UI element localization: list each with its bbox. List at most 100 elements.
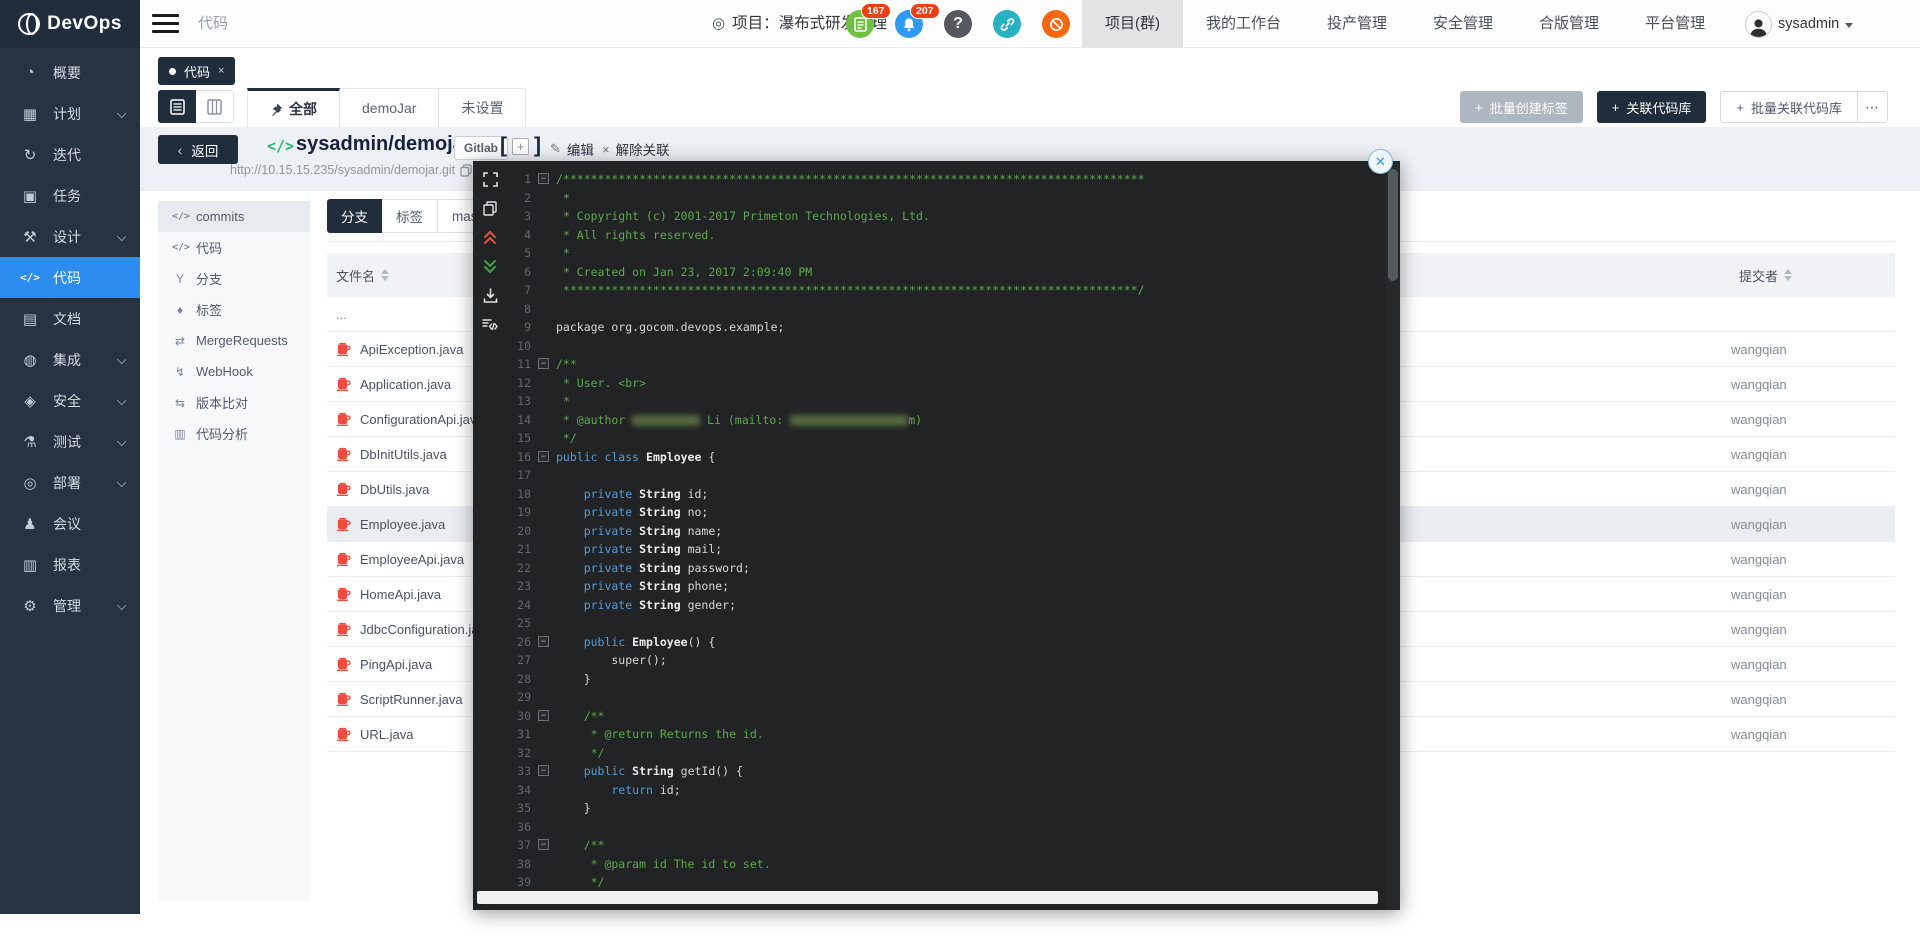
fold-icon[interactable]: − (535, 358, 552, 370)
app-logo[interactable]: DevOps (0, 0, 140, 48)
close-tab-icon[interactable]: × (218, 65, 224, 77)
list-view-button[interactable] (158, 90, 196, 123)
tab-code[interactable]: 代码 × (158, 57, 235, 85)
java-file-icon (336, 517, 351, 531)
copy-icon[interactable] (460, 164, 472, 177)
top-menu-item[interactable]: 投产管理 (1304, 0, 1410, 48)
navbar-icons: 167 207 ? (846, 0, 1070, 48)
fold-icon[interactable]: − (535, 636, 552, 648)
code-line: 36 (473, 818, 1384, 837)
link-repo-button[interactable]: +关联代码库 (1597, 91, 1707, 123)
sidebar-item-代码[interactable]: </>代码 (0, 257, 140, 298)
sidebar-item-label: 部署 (53, 473, 81, 493)
java-file-icon (336, 692, 351, 706)
code-line: 31 * @return Returns the id. (473, 725, 1384, 744)
tag-icon: ♦ (172, 303, 188, 317)
more-actions-button[interactable]: ⋯ (1858, 91, 1888, 123)
committer-name: wangqian (1731, 727, 1787, 742)
tag-tab-button[interactable]: 标签 (382, 199, 438, 233)
code-line: 15 */ (473, 429, 1384, 448)
sidebar-item-设计[interactable]: ⚒设计 (0, 216, 140, 257)
edit-repo-button[interactable]: ✎编辑 (550, 139, 594, 159)
vertical-scrollbar[interactable] (1388, 169, 1398, 281)
sidebar: ◔概要▦计划↻迭代▣任务⚒设计</>代码▤文档◍集成◈安全⚗测试◎部署♟会议▥报… (0, 48, 140, 914)
sidebar-item-测试[interactable]: ⚗测试 (0, 421, 140, 462)
code-editor[interactable]: 1−/*************************************… (473, 170, 1384, 892)
committer-name: wangqian (1731, 517, 1787, 532)
repo-nav-分支[interactable]: Y分支 (158, 263, 310, 294)
code-line: 16−public class Employee { (473, 448, 1384, 467)
back-button[interactable]: ‹ 返回 (158, 135, 238, 164)
branch-tab-button[interactable]: 分支 (327, 199, 382, 233)
committer-name: wangqian (1731, 552, 1787, 567)
code-text: return id; (556, 783, 681, 797)
sidebar-item-计划[interactable]: ▦计划 (0, 93, 140, 134)
horizontal-scrollbar[interactable] (477, 891, 1378, 904)
sidebar-item-会议[interactable]: ♟会议 (0, 503, 140, 544)
sidebar-item-概要[interactable]: ◔概要 (0, 52, 140, 93)
committer-name: wangqian (1731, 587, 1787, 602)
chevron-down-icon (117, 396, 126, 405)
repo-nav-MergeRequests[interactable]: ⇄MergeRequests (158, 325, 310, 356)
code-line: 28 } (473, 670, 1384, 689)
sidebar-item-集成[interactable]: ◍集成 (0, 339, 140, 380)
tab-dot-icon (169, 68, 176, 75)
repo-tab-全部[interactable]: 全部 (247, 88, 340, 127)
line-number: 29 (473, 690, 531, 704)
sidebar-item-安全[interactable]: ◈安全 (0, 380, 140, 421)
repo-tab-未设置[interactable]: 未设置 (439, 88, 526, 127)
filename-column-header[interactable]: 文件名 (336, 266, 375, 285)
batch-create-tag-button[interactable]: +批量创建标签 (1460, 91, 1583, 123)
batch-link-repo-button[interactable]: +批量关联代码库 (1720, 91, 1858, 123)
fold-icon[interactable]: − (535, 451, 552, 463)
repo-nav-WebHook[interactable]: ↯WebHook (158, 356, 310, 387)
code-line: 35 } (473, 799, 1384, 818)
hamburger-menu-icon[interactable] (152, 14, 179, 34)
breadcrumb: 代码 (198, 0, 228, 48)
forbidden-icon[interactable] (1042, 10, 1070, 38)
top-menu-item[interactable]: 项目(群) (1082, 0, 1183, 48)
repo-nav-代码[interactable]: </>代码 (158, 232, 310, 263)
line-number: 9 (473, 320, 531, 334)
repo-tab-demoJar[interactable]: demoJar (340, 88, 439, 127)
committer-column-header[interactable]: 提交者 (1739, 266, 1778, 285)
sidebar-item-管理[interactable]: ⚙管理 (0, 585, 140, 626)
sidebar-item-部署[interactable]: ◎部署 (0, 462, 140, 503)
add-button[interactable]: + (512, 138, 529, 155)
code-text: /** (556, 357, 577, 371)
sidebar-item-文档[interactable]: ▤文档 (0, 298, 140, 339)
code-line: 1−/*************************************… (473, 170, 1384, 189)
fold-icon[interactable]: − (535, 765, 552, 777)
top-menu-item[interactable]: 平台管理 (1622, 0, 1728, 48)
fold-icon[interactable]: − (535, 839, 552, 851)
code-line: 8 (473, 300, 1384, 319)
code-line: 21 private String mail; (473, 540, 1384, 559)
document-icon[interactable]: 167 (846, 10, 874, 38)
help-icon[interactable]: ? (944, 10, 972, 38)
unlink-repo-button[interactable]: ×解除关联 (602, 139, 670, 159)
top-menu-item[interactable]: 我的工作台 (1183, 0, 1304, 48)
sidebar-item-任务[interactable]: ▣任务 (0, 175, 140, 216)
sidebar-item-报表[interactable]: ▥报表 (0, 544, 140, 585)
top-menu-item[interactable]: 合版管理 (1516, 0, 1622, 48)
user-menu[interactable]: sysadmin (1745, 0, 1853, 48)
repo-nav-commits[interactable]: </>commits (158, 201, 310, 232)
link-icon[interactable] (993, 10, 1021, 38)
fold-icon[interactable]: − (535, 173, 552, 185)
bell-icon[interactable]: 207 (895, 10, 923, 38)
close-overlay-button[interactable]: ✕ (1368, 149, 1393, 174)
sidebar-item-迭代[interactable]: ↻迭代 (0, 134, 140, 175)
sort-icon[interactable] (1784, 269, 1792, 281)
repo-nav-版本比对[interactable]: ⇆版本比对 (158, 387, 310, 418)
fold-icon[interactable]: − (535, 710, 552, 722)
tab-code-label: 代码 (184, 62, 210, 81)
repo-nav-标签[interactable]: ♦标签 (158, 294, 310, 325)
code-line: 13 * (473, 392, 1384, 411)
repo-nav-代码分析[interactable]: ▥代码分析 (158, 418, 310, 449)
file-name: ScriptRunner.java (360, 692, 463, 707)
java-file-icon (336, 552, 351, 566)
card-view-button[interactable] (196, 90, 234, 123)
sort-icon[interactable] (381, 269, 389, 281)
top-menu-item[interactable]: 安全管理 (1410, 0, 1516, 48)
code-line: 24 private String gender; (473, 596, 1384, 615)
